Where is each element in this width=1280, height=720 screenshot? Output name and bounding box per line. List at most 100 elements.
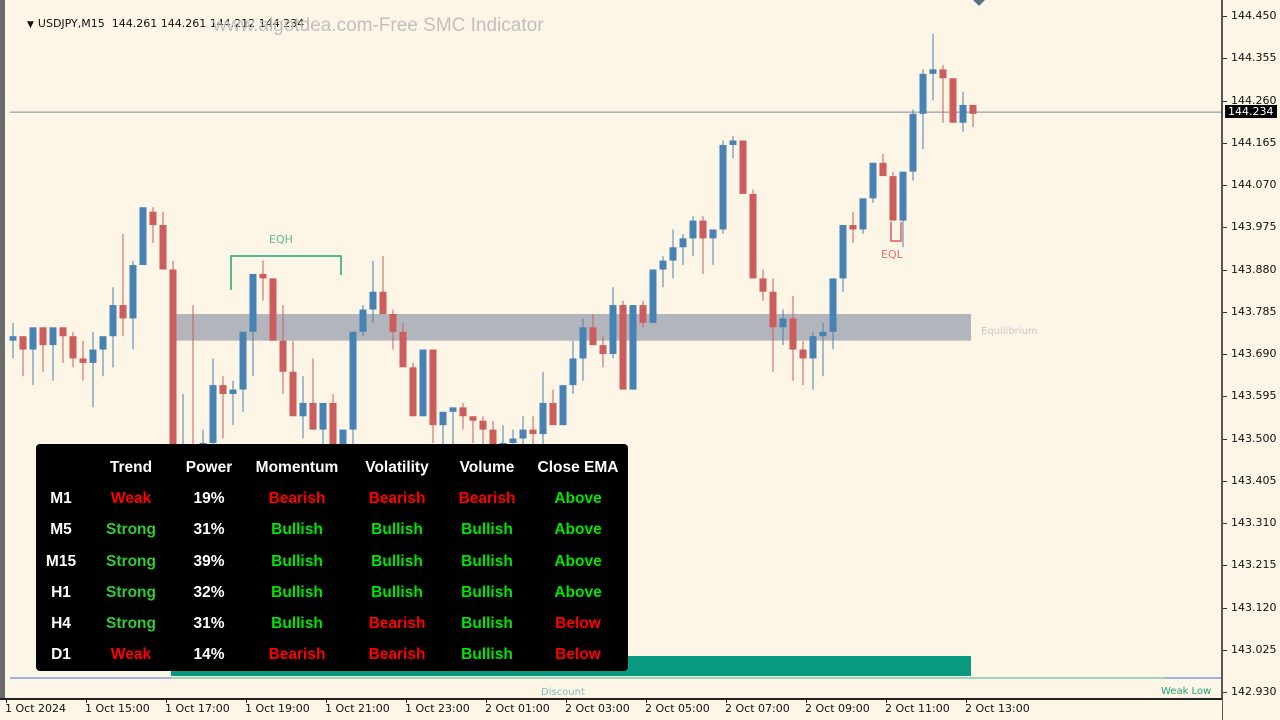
bear-candle (639, 305, 647, 323)
bull-candle (249, 273, 257, 332)
cell-momentum: Bullish (271, 552, 323, 570)
cell-tf: H1 (51, 583, 71, 601)
time-label: 1 Oct 17:00 (165, 702, 230, 715)
price-label: 142.930 (1231, 685, 1277, 698)
cell-trend: Strong (106, 583, 156, 601)
bear-candle (889, 176, 897, 221)
bear-candle (749, 193, 757, 279)
cell-momentum: Bullish (271, 583, 323, 601)
bull-candle (49, 327, 57, 346)
bull-candle (349, 331, 357, 430)
bull-candle (629, 305, 637, 390)
cell-volume: Bullish (461, 615, 513, 633)
bull-candle (899, 171, 907, 221)
cell-volatility: Bearish (368, 489, 426, 507)
price-tick (1223, 16, 1227, 17)
time-label: 1 Oct 2024 (5, 702, 67, 715)
discount-label: Discount (541, 687, 585, 695)
cell-volume: Bearish (458, 489, 516, 507)
bear-candle (379, 291, 387, 314)
time-label: 1 Oct 23:00 (405, 702, 470, 715)
bull-candle (509, 438, 517, 443)
cell-close-ema: Below (555, 646, 601, 664)
equilibrium-label: Equilibrium (981, 326, 1038, 337)
price-tick (1223, 396, 1227, 398)
price-label: 143.310 (1231, 516, 1277, 529)
eqh-label: EQH (269, 233, 293, 246)
bear-candle (879, 162, 887, 177)
header-tf (36, 452, 86, 483)
table-row: H4 Strong 31% Bullish Bearish Bullish Below (36, 608, 624, 639)
price-tick (1223, 438, 1227, 440)
bear-candle (549, 402, 557, 426)
shift-marker-icon[interactable] (973, 0, 985, 6)
table-row: D1 Weak 14% Bearish Bearish Bullish Below (36, 640, 624, 671)
bear-candle (59, 327, 67, 337)
time-axis[interactable]: 1 Oct 2024 1 Oct 15:00 1 Oct 17:00 1 Oct 19… (0, 698, 1222, 720)
price-tick (1223, 185, 1227, 186)
bull-candle (669, 247, 677, 261)
cell-volatility: Bullish (371, 521, 423, 539)
bull-candle (609, 305, 617, 354)
bull-candle (109, 305, 117, 337)
bear-candle (479, 420, 487, 430)
price-tick (1223, 649, 1227, 651)
price-label: 143.215 (1231, 558, 1277, 572)
bear-candle (219, 385, 227, 395)
bear-candle (119, 305, 127, 319)
bull-candle (239, 331, 247, 390)
bull-candle (689, 220, 697, 239)
bull-candle (809, 336, 817, 359)
bear-candle (39, 327, 47, 346)
bull-candle (139, 207, 147, 266)
time-label: 2 Oct 01:00 (485, 702, 550, 715)
dropdown-triangle-icon[interactable]: ▼ (27, 20, 34, 30)
bull-candle (9, 336, 17, 341)
cell-power: 31% (193, 521, 225, 539)
price-tick (1223, 607, 1227, 609)
bull-candle (129, 265, 137, 319)
bear-candle (469, 416, 477, 421)
eqh-line (230, 255, 342, 290)
bear-candle (849, 225, 857, 230)
cell-power: 31% (193, 615, 225, 633)
bear-candle (949, 78, 957, 123)
price-tick (1223, 523, 1227, 524)
bull-candle (449, 407, 457, 412)
bull-candle (659, 260, 667, 270)
bear-candle (939, 69, 947, 79)
strength-panel: Trend Power Momentum Volatility Volume C… (36, 444, 628, 671)
cell-trend: Strong (106, 615, 156, 633)
price-tick (1223, 227, 1227, 229)
price-tick (1223, 692, 1227, 693)
price-label: 143.405 (1231, 473, 1277, 487)
bull-candle (229, 389, 237, 395)
bull-candle (819, 331, 827, 337)
bull-candle (99, 336, 107, 350)
bear-candle (169, 269, 177, 466)
bull-candle (869, 162, 877, 199)
bull-candle (779, 318, 787, 328)
cell-volume: Bullish (461, 646, 513, 664)
bull-candle (519, 429, 527, 439)
price-label: 143.500 (1231, 431, 1277, 445)
bull-candle (579, 327, 587, 359)
bear-candle (759, 278, 767, 292)
cell-tf: D1 (51, 646, 71, 664)
cell-momentum: Bearish (268, 489, 326, 507)
bull-candle (859, 198, 867, 230)
chart-area[interactable]: ▼ USDJPY,M15 144.261 144.261 144.212 144.… (0, 0, 1226, 698)
bear-candle (309, 402, 317, 430)
bear-candle (599, 345, 607, 354)
bear-candle (799, 349, 807, 359)
cell-power: 32% (193, 583, 225, 601)
bear-candle (69, 336, 77, 359)
bear-candle (279, 340, 287, 372)
bull-candle (729, 140, 737, 145)
time-label: 2 Oct 09:00 (805, 702, 870, 715)
bear-candle (789, 318, 797, 350)
bull-candle (709, 229, 717, 239)
bull-candle (89, 349, 97, 363)
price-axis[interactable]: 144.450 144.355 144.260 144.165 144.070 143.9… (1221, 0, 1280, 720)
bull-candle (829, 278, 837, 332)
